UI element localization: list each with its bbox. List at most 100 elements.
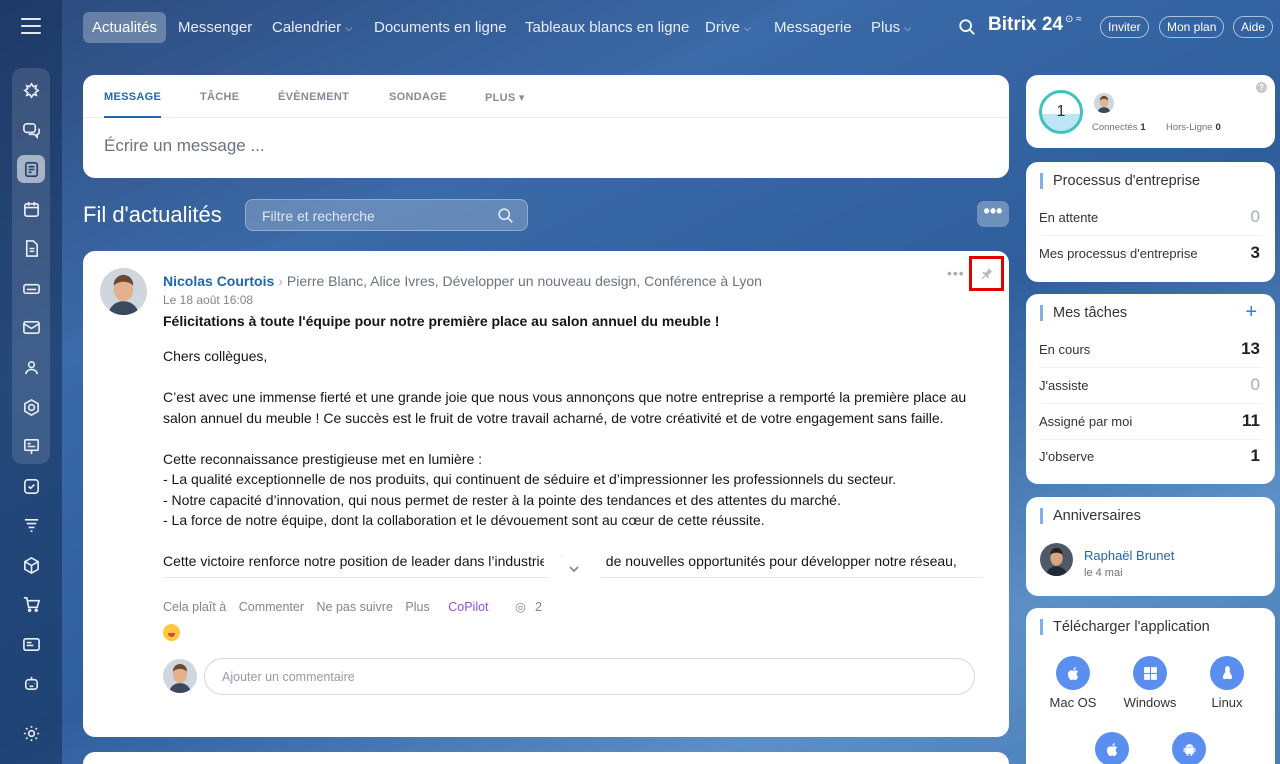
apps-widget: Télécharger l'application Mac OS Windows… bbox=[1026, 608, 1275, 764]
tab-evenement[interactable]: ÉVÈNEMENT bbox=[278, 91, 349, 103]
search-icon[interactable] bbox=[958, 18, 976, 39]
android-icon bbox=[1172, 732, 1206, 764]
hexagon-icon[interactable] bbox=[17, 393, 45, 421]
active-tab-indicator bbox=[104, 116, 161, 118]
left-sidebar bbox=[0, 0, 62, 764]
post-recipients[interactable]: Pierre Blanc, Alice Ivres, Développer un… bbox=[287, 273, 762, 289]
calendar-icon[interactable] bbox=[17, 195, 45, 223]
app-windows[interactable]: Windows bbox=[1115, 656, 1185, 710]
chat-icon[interactable] bbox=[17, 116, 45, 144]
feed-more-button[interactable]: ••• bbox=[977, 201, 1009, 227]
post-menu-button[interactable]: ••• bbox=[947, 265, 965, 281]
eye-icon: ◎ bbox=[515, 600, 526, 614]
online-count-ring[interactable]: 1 bbox=[1039, 90, 1083, 134]
birthday-date: le 4 mai bbox=[1084, 567, 1123, 579]
cart-icon[interactable] bbox=[17, 590, 45, 618]
post-bullet: - Notre capacité d’innovation, qui nous … bbox=[163, 491, 841, 508]
chevron-right-icon: › bbox=[278, 273, 283, 289]
id-card-icon[interactable] bbox=[17, 630, 45, 658]
post-actions: Cela plaît à Commenter Ne pas suivre Plu… bbox=[163, 599, 560, 614]
document-icon[interactable] bbox=[17, 234, 45, 262]
post-bullet: - La force de notre équipe, dont la coll… bbox=[163, 512, 765, 528]
box-icon[interactable] bbox=[17, 551, 45, 579]
brand-logo[interactable]: Bitrix 24 ⊙ ≈ bbox=[988, 14, 1082, 36]
like-button[interactable]: Cela plaît à bbox=[163, 600, 226, 614]
unfollow-button[interactable]: Ne pas suivre bbox=[317, 600, 393, 614]
widget-title: Télécharger l'application bbox=[1040, 619, 1210, 635]
app-macos[interactable]: Mac OS bbox=[1038, 656, 1108, 710]
copilot-icon[interactable] bbox=[17, 76, 45, 104]
more-button[interactable]: Plus bbox=[405, 600, 429, 614]
add-task-button[interactable]: + bbox=[1245, 301, 1257, 324]
post-paragraph: Chers collègues, bbox=[163, 348, 268, 364]
plan-button[interactable]: Mon plan bbox=[1159, 16, 1225, 38]
expand-post-button[interactable] bbox=[544, 557, 604, 581]
drive-icon[interactable] bbox=[17, 274, 45, 302]
divider bbox=[1039, 403, 1262, 404]
mail-icon[interactable] bbox=[17, 313, 45, 341]
page-title: Fil d'actualités bbox=[83, 202, 222, 227]
feed-search-input[interactable]: Filtre et recherche bbox=[245, 199, 528, 231]
online-widget: 1 Connectés 1 Hors-Ligne 0 ? bbox=[1026, 75, 1275, 148]
nav-item-calendrier[interactable]: Calendrier ⌵ bbox=[272, 12, 352, 43]
author-name[interactable]: Nicolas Courtois bbox=[163, 273, 274, 289]
tab-sondage[interactable]: SONDAGE bbox=[389, 91, 447, 103]
nav-item-messagerie[interactable]: Messagerie bbox=[774, 12, 852, 43]
post-author-line: Nicolas Courtois › Pierre Blanc, Alice Ivr… bbox=[163, 273, 762, 289]
help-button[interactable]: Aide bbox=[1233, 16, 1274, 38]
task-row-observing[interactable]: J'observe 1 bbox=[1039, 446, 1260, 465]
feed-icon[interactable] bbox=[17, 155, 45, 183]
tasks-icon[interactable] bbox=[17, 472, 45, 500]
widget-title[interactable]: Anniversaires bbox=[1040, 508, 1141, 524]
birthday-name[interactable]: Raphaël Brunet bbox=[1084, 548, 1174, 563]
help-icon[interactable]: ? bbox=[1256, 82, 1267, 93]
reaction-emoji-icon[interactable] bbox=[163, 624, 180, 641]
tab-message[interactable]: MESSAGE bbox=[104, 91, 161, 103]
current-user-avatar bbox=[163, 659, 197, 693]
board-icon[interactable] bbox=[17, 432, 45, 460]
process-row-mine[interactable]: Mes processus d'entreprise 3 bbox=[1039, 243, 1260, 262]
post-paragraph: C’est avec une immense fierté et une gra… bbox=[163, 389, 967, 426]
divider bbox=[1039, 439, 1262, 440]
settings-icon[interactable] bbox=[17, 719, 45, 747]
author-avatar[interactable] bbox=[100, 268, 147, 315]
widget-title[interactable]: Processus d'entreprise bbox=[1040, 173, 1200, 189]
tab-tache[interactable]: TÂCHE bbox=[200, 91, 239, 103]
post-paragraph: Cette reconnaissance prestigieuse met en… bbox=[163, 450, 483, 467]
nav-item-messenger[interactable]: Messenger bbox=[178, 12, 252, 43]
funnel-icon[interactable] bbox=[17, 511, 45, 539]
task-row-assigned[interactable]: Assigné par moi 11 bbox=[1039, 411, 1260, 430]
comment-input[interactable]: Ajouter un commentaire bbox=[204, 658, 975, 695]
app-android[interactable] bbox=[1154, 732, 1224, 764]
invite-button[interactable]: Inviter bbox=[1100, 16, 1149, 38]
copilot-button[interactable]: CoPilot bbox=[448, 600, 488, 614]
nav-item-plus[interactable]: Plus ⌵ bbox=[871, 12, 911, 43]
contacts-icon[interactable] bbox=[17, 353, 45, 381]
message-input[interactable]: Écrire un message ... bbox=[104, 136, 265, 156]
tab-plus[interactable]: PLUS ▾ bbox=[485, 91, 525, 104]
post-date[interactable]: Le 18 août 16:08 bbox=[163, 293, 253, 307]
pin-button[interactable] bbox=[969, 256, 1004, 291]
process-row-pending[interactable]: En attente 0 bbox=[1039, 207, 1260, 226]
top-navigation: Actualités Messenger Calendrier ⌵ Documen… bbox=[62, 0, 1280, 55]
nav-item-drive[interactable]: Drive ⌵ bbox=[705, 12, 751, 43]
pin-icon bbox=[981, 267, 993, 280]
widget-title[interactable]: Mes tâches bbox=[1040, 305, 1127, 321]
app-linux[interactable]: Linux bbox=[1192, 656, 1262, 710]
comment-button[interactable]: Commenter bbox=[239, 600, 304, 614]
robot-icon[interactable] bbox=[17, 669, 45, 697]
nav-item-documents[interactable]: Documents en ligne bbox=[374, 12, 507, 43]
task-row-assisting[interactable]: J'assiste 0 bbox=[1039, 375, 1260, 394]
windows-icon bbox=[1133, 656, 1167, 690]
nav-item-tableaux[interactable]: Tableaux blancs en ligne bbox=[525, 12, 689, 43]
birthday-avatar[interactable] bbox=[1040, 543, 1073, 576]
birthdays-widget: Anniversaires Raphaël Brunet le 4 mai bbox=[1026, 497, 1275, 596]
task-row-in-progress[interactable]: En cours 13 bbox=[1039, 339, 1260, 358]
chevron-down-icon bbox=[569, 566, 579, 573]
app-ios[interactable] bbox=[1077, 732, 1147, 764]
post-bullet: - La qualité exceptionnelle de nos produ… bbox=[163, 471, 897, 487]
online-user-avatar[interactable] bbox=[1094, 93, 1114, 113]
next-post bbox=[83, 752, 1009, 764]
menu-icon[interactable] bbox=[21, 18, 41, 34]
nav-item-actualites[interactable]: Actualités bbox=[83, 12, 167, 43]
